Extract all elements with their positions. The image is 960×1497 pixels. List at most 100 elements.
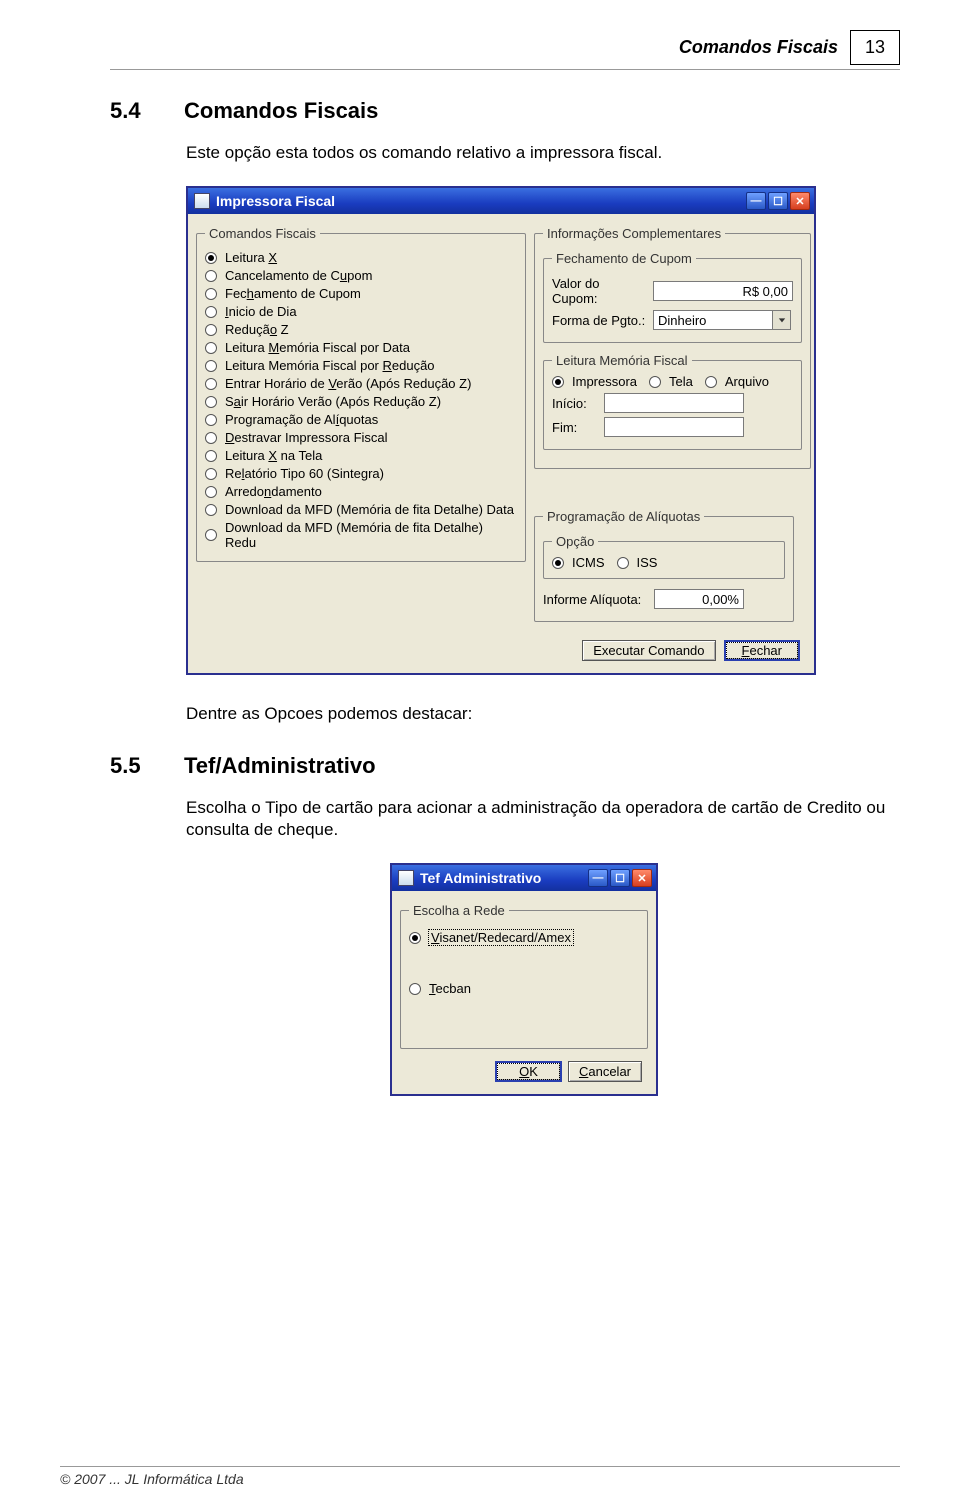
forma-pgto-select[interactable]: Dinheiro — [653, 310, 773, 330]
header-title: Comandos Fiscais — [679, 37, 838, 58]
radio-label: Entrar Horário de Verão (Após Redução Z) — [225, 376, 471, 391]
comando-radio-5[interactable]: Leitura Memória Fiscal por Data — [205, 340, 517, 355]
lmf-radio-2[interactable]: Arquivo — [705, 374, 769, 389]
informe-aliquota-input[interactable]: 0,00% — [654, 589, 744, 609]
radio-label: Destravar Impressora Fiscal — [225, 430, 388, 445]
titlebar-tef[interactable]: Tef Administrativo — ☐ ✕ — [392, 865, 656, 891]
comando-radio-4[interactable]: Redução Z — [205, 322, 517, 337]
comando-radio-10[interactable]: Destravar Impressora Fiscal — [205, 430, 517, 445]
window-tef-administrativo: Tef Administrativo — ☐ ✕ Escolha a Rede … — [390, 863, 658, 1096]
minimize-button[interactable]: — — [746, 192, 766, 210]
radio-icon[interactable] — [205, 270, 217, 282]
inicio-input[interactable] — [604, 393, 744, 413]
informe-aliquota-label: Informe Alíquota: — [543, 592, 648, 607]
radio-icon[interactable] — [205, 252, 217, 264]
page-header: Comandos Fiscais 13 — [110, 30, 900, 70]
radio-icon[interactable] — [205, 378, 217, 390]
comando-radio-3[interactable]: Inicio de Dia — [205, 304, 517, 319]
group-escolha-rede: Escolha a Rede Visanet/Redecard/AmexTecb… — [400, 903, 648, 1049]
comando-radio-12[interactable]: Relatório Tipo 60 (Sintegra) — [205, 466, 517, 481]
app-icon — [398, 870, 414, 886]
radio-label: Download da MFD (Memória de fita Detalhe… — [225, 502, 514, 517]
radio-label: Sair Horário Verão (Após Redução Z) — [225, 394, 441, 409]
legend-comandos-fiscais: Comandos Fiscais — [205, 226, 320, 241]
radio-icon[interactable] — [409, 932, 421, 944]
radio-label: Impressora — [572, 374, 637, 389]
window-title: Impressora Fiscal — [216, 193, 740, 209]
legend-opcao: Opção — [552, 534, 598, 549]
close-button[interactable]: ✕ — [790, 192, 810, 210]
radio-icon[interactable] — [205, 450, 217, 462]
section-5-5-intro: Escolha o Tipo de cartão para acionar a … — [186, 797, 900, 841]
lmf-radio-0[interactable]: Impressora — [552, 374, 637, 389]
valor-cupom-input[interactable]: R$ 0,00 — [653, 281, 793, 301]
opcao-radio-0[interactable]: ICMS — [552, 555, 605, 570]
radio-label: Leitura Memória Fiscal por Redução — [225, 358, 435, 373]
rede-radio-1[interactable]: Tecban — [409, 981, 639, 996]
comando-radio-9[interactable]: Programação de Alíquotas — [205, 412, 517, 427]
executar-comando-button[interactable]: Executar Comando — [582, 640, 715, 661]
maximize-button[interactable]: ☐ — [610, 869, 630, 887]
radio-icon[interactable] — [205, 396, 217, 408]
chevron-down-icon[interactable] — [773, 310, 791, 330]
fechar-button[interactable]: Fechar — [724, 640, 800, 661]
group-programacao-aliquotas: Programação de Alíquotas Opção ICMS ISS I… — [534, 509, 794, 622]
maximize-button[interactable]: ☐ — [768, 192, 788, 210]
ok-button[interactable]: OK — [495, 1061, 562, 1082]
valor-cupom-label: Valor do Cupom: — [552, 276, 647, 306]
radio-icon[interactable] — [205, 414, 217, 426]
section-5-4-title: Comandos Fiscais — [184, 98, 378, 124]
radio-icon[interactable] — [205, 306, 217, 318]
radio-icon[interactable] — [705, 376, 717, 388]
comando-radio-7[interactable]: Entrar Horário de Verão (Após Redução Z) — [205, 376, 517, 391]
comando-radio-15[interactable]: Download da MFD (Memória de fita Detalhe… — [205, 520, 517, 550]
comando-radio-13[interactable]: Arredondamento — [205, 484, 517, 499]
radio-icon[interactable] — [205, 504, 217, 516]
radio-label: Tela — [669, 374, 693, 389]
radio-icon[interactable] — [205, 324, 217, 336]
radio-icon[interactable] — [205, 432, 217, 444]
legend-prog-aliquotas: Programação de Alíquotas — [543, 509, 704, 524]
comando-radio-8[interactable]: Sair Horário Verão (Após Redução Z) — [205, 394, 517, 409]
window-impressora-fiscal: Impressora Fiscal — ☐ ✕ Comandos Fiscais… — [186, 186, 816, 675]
radio-label: Leitura X na Tela — [225, 448, 322, 463]
radio-icon[interactable] — [205, 529, 217, 541]
cancelar-button[interactable]: Cancelar — [568, 1061, 642, 1082]
radio-label: Leitura X — [225, 250, 277, 265]
page-number: 13 — [850, 30, 900, 65]
section-5-5-title: Tef/Administrativo — [184, 753, 376, 779]
legend-info-complementares: Informações Complementares — [543, 226, 725, 241]
comando-radio-11[interactable]: Leitura X na Tela — [205, 448, 517, 463]
radio-icon[interactable] — [617, 557, 629, 569]
radio-label: Arredondamento — [225, 484, 322, 499]
rede-radio-0[interactable]: Visanet/Redecard/Amex — [409, 930, 639, 945]
radio-icon[interactable] — [205, 468, 217, 480]
lmf-radio-1[interactable]: Tela — [649, 374, 693, 389]
minimize-button[interactable]: — — [588, 869, 608, 887]
group-opcao: Opção ICMS ISS — [543, 534, 785, 579]
close-button[interactable]: ✕ — [632, 869, 652, 887]
comando-radio-2[interactable]: Fechamento de Cupom — [205, 286, 517, 301]
section-5-5-heading: 5.5 Tef/Administrativo — [110, 753, 900, 779]
radio-icon[interactable] — [205, 486, 217, 498]
fim-input[interactable] — [604, 417, 744, 437]
comando-radio-0[interactable]: Leitura X — [205, 250, 517, 265]
group-info-complementares: Informações Complementares Fechamento de… — [534, 226, 811, 469]
radio-icon[interactable] — [205, 360, 217, 372]
comando-radio-6[interactable]: Leitura Memória Fiscal por Redução — [205, 358, 517, 373]
radio-icon[interactable] — [552, 557, 564, 569]
comando-radio-14[interactable]: Download da MFD (Memória de fita Detalhe… — [205, 502, 517, 517]
radio-icon[interactable] — [552, 376, 564, 388]
radio-label: Relatório Tipo 60 (Sintegra) — [225, 466, 384, 481]
opcao-radio-1[interactable]: ISS — [617, 555, 658, 570]
radio-icon[interactable] — [649, 376, 661, 388]
radio-icon[interactable] — [205, 342, 217, 354]
radio-label: ISS — [637, 555, 658, 570]
comando-radio-1[interactable]: Cancelamento de Cupom — [205, 268, 517, 283]
radio-icon[interactable] — [205, 288, 217, 300]
radio-icon[interactable] — [409, 983, 421, 995]
radio-label: Redução Z — [225, 322, 289, 337]
titlebar[interactable]: Impressora Fiscal — ☐ ✕ — [188, 188, 814, 214]
section-5-4-intro: Este opção esta todos os comando relativ… — [186, 142, 900, 164]
radio-label: ICMS — [572, 555, 605, 570]
